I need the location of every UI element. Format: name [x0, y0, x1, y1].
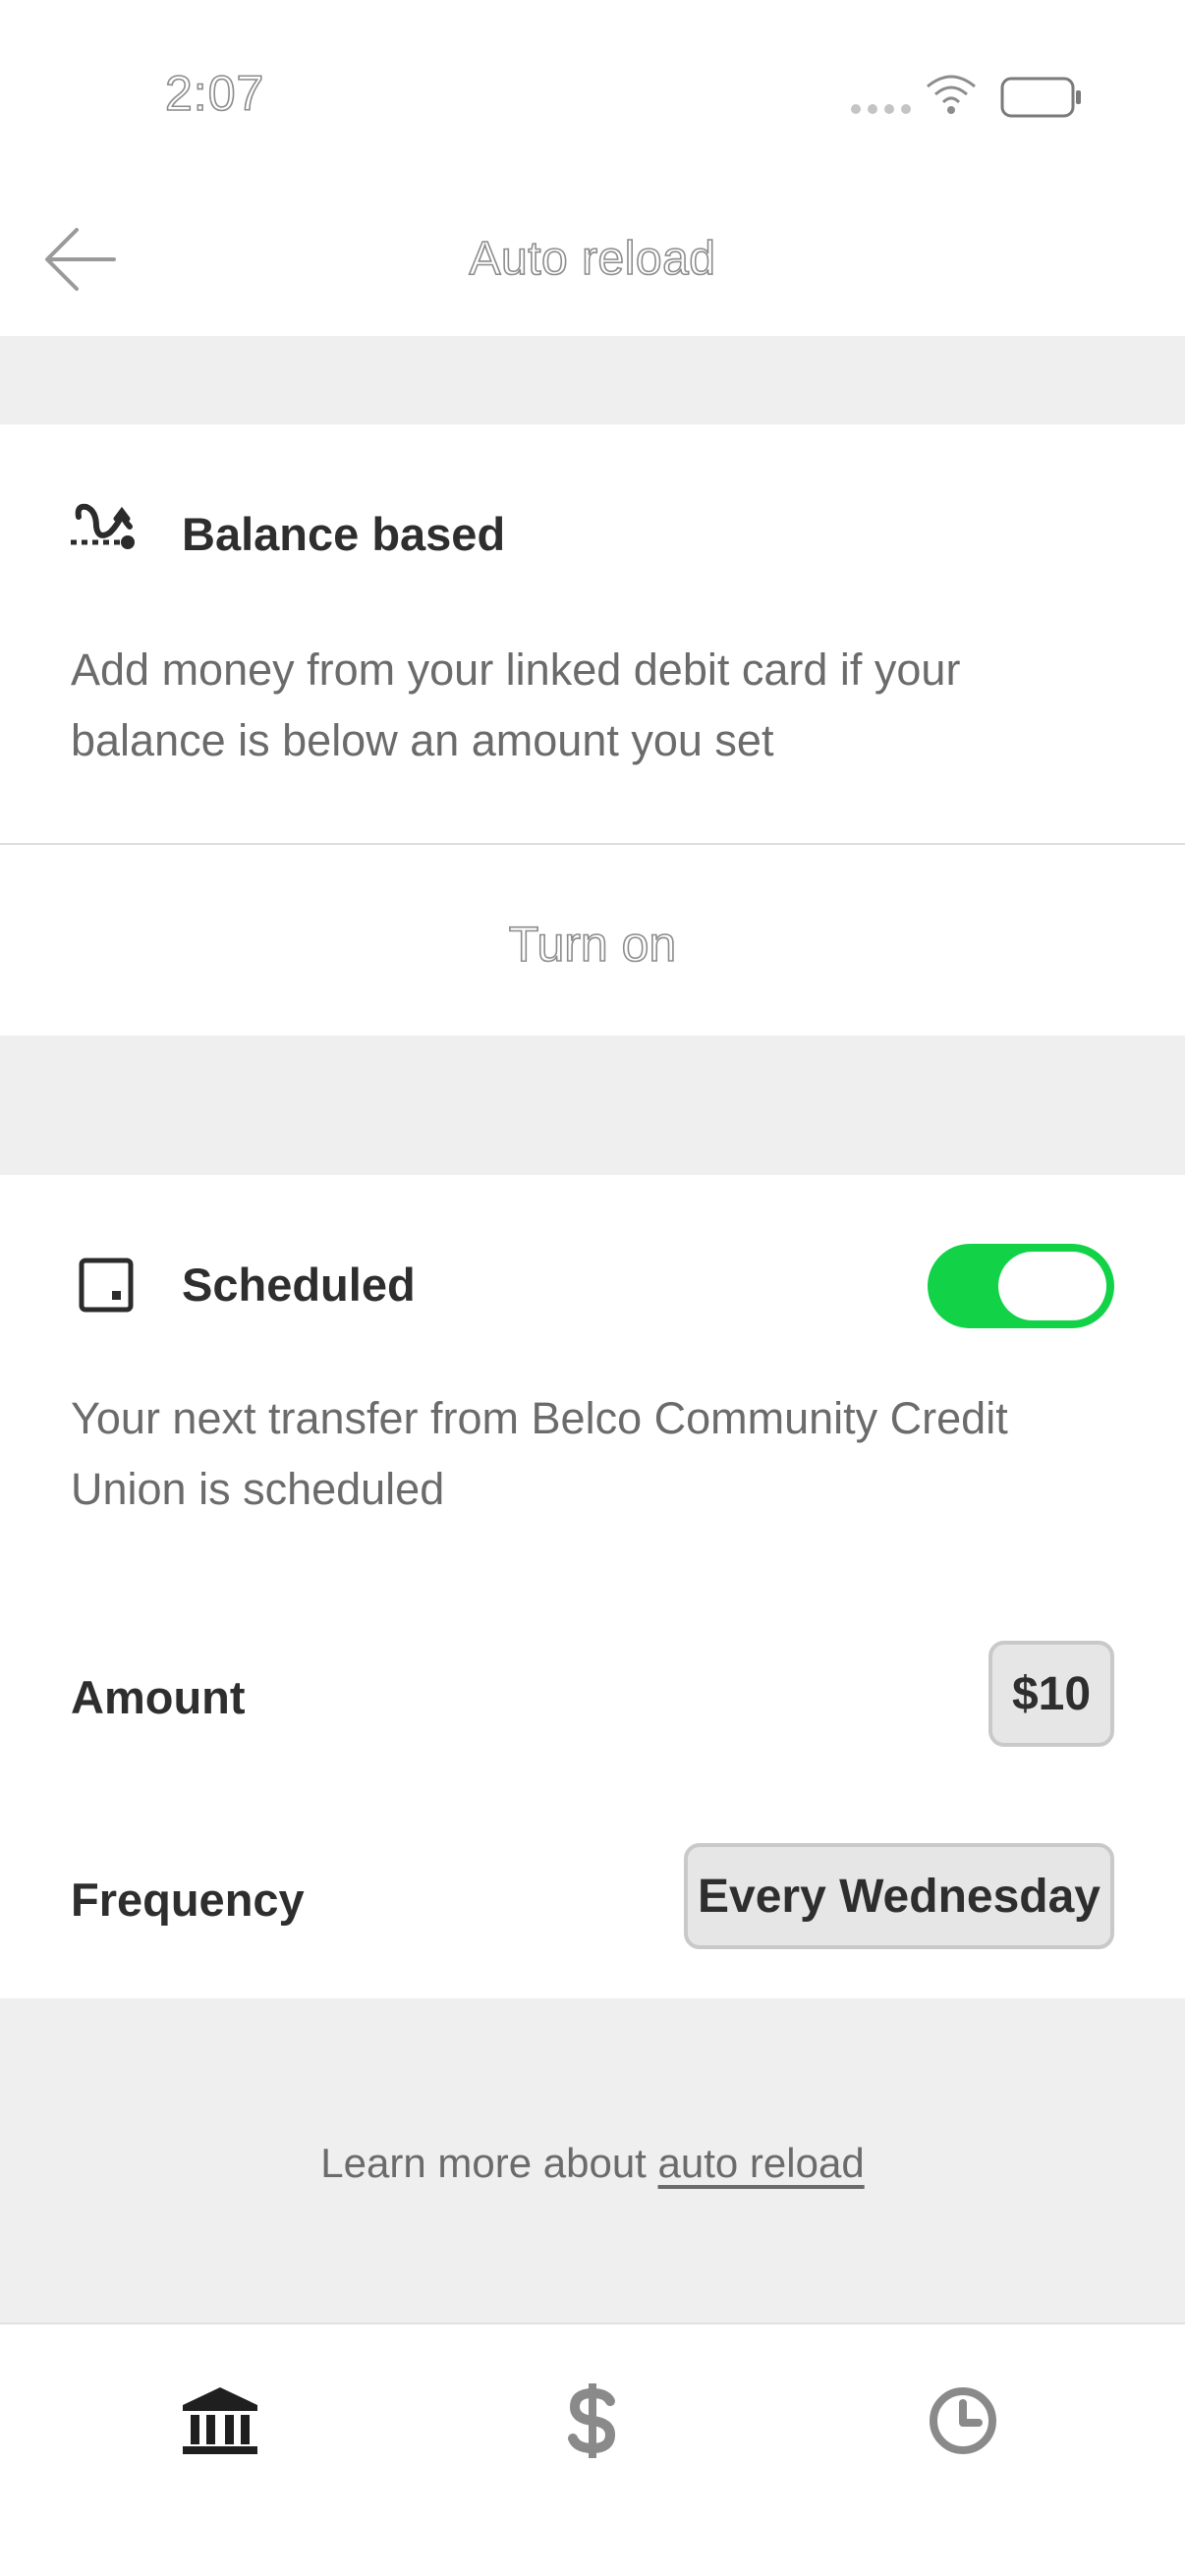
- clock-icon: [930, 2387, 996, 2454]
- page-title: Auto reload: [469, 232, 716, 286]
- divider: [0, 843, 1185, 845]
- tab-activity[interactable]: [904, 2362, 1022, 2480]
- top-app-bar: Auto reload: [0, 196, 1185, 336]
- frequency-label: Frequency: [71, 1874, 305, 1926]
- learn-more-text: Learn more about auto reload: [0, 2140, 1185, 2187]
- dollar-icon: [568, 2383, 616, 2458]
- turn-on-button[interactable]: Turn on: [0, 916, 1185, 973]
- battery-icon: [1000, 77, 1081, 118]
- bank-icon: [183, 2387, 257, 2454]
- bottom-tab-bar: [0, 2323, 1185, 2576]
- balance-based-title: Balance based: [182, 508, 506, 560]
- auto-reload-link[interactable]: auto reload: [658, 2140, 865, 2186]
- status-bar: 2:07: [0, 0, 1185, 196]
- status-time: 2:07: [164, 65, 265, 122]
- amount-label: Amount: [71, 1671, 246, 1723]
- wifi-icon: [927, 75, 976, 114]
- tab-pay[interactable]: [534, 2362, 651, 2480]
- amount-button[interactable]: $10: [988, 1641, 1114, 1747]
- section-separator: [0, 336, 1185, 424]
- tab-banking[interactable]: [161, 2362, 279, 2480]
- scheduled-description: Your next transfer from Belco Community …: [71, 1393, 1008, 1514]
- balance-based-description: Add money from your linked debit card if…: [71, 644, 961, 765]
- cellular-signal-icon: [851, 104, 911, 114]
- learn-more-prefix: Learn more about: [320, 2140, 658, 2186]
- frequency-button[interactable]: Every Wednesday: [684, 1843, 1114, 1949]
- balance-based-card: Balance based Add money from your linked…: [0, 424, 1185, 1036]
- calendar-square-icon: [79, 1258, 134, 1313]
- scheduled-title: Scheduled: [182, 1259, 416, 1311]
- section-separator: [0, 1036, 1185, 1175]
- scheduled-toggle[interactable]: [928, 1244, 1114, 1328]
- toggle-knob: [998, 1252, 1106, 1320]
- balance-threshold-icon: [71, 503, 135, 549]
